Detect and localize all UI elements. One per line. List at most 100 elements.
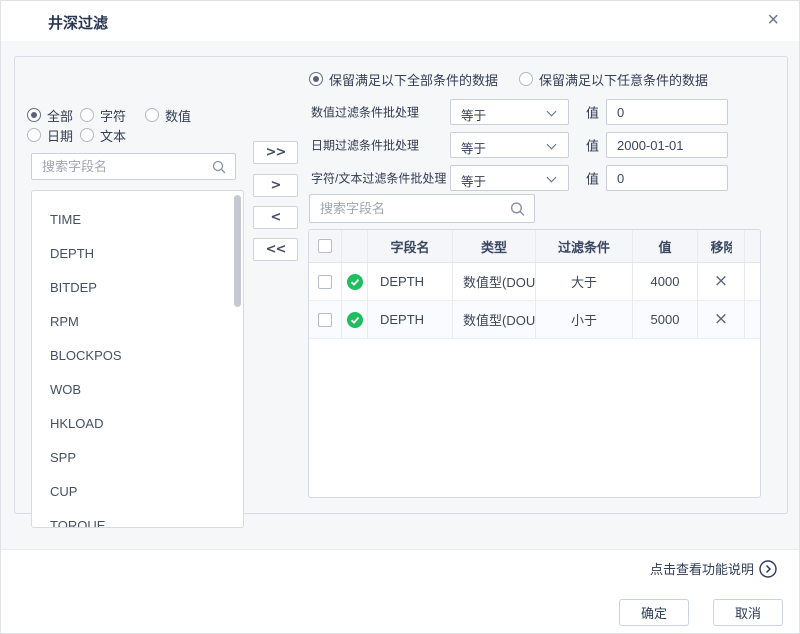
select-all-checkbox[interactable] <box>318 239 332 253</box>
cell-type: 数值型(DOUBLE) <box>453 263 536 300</box>
chevron-down-icon <box>548 174 556 182</box>
cell-condition: 小于 <box>536 301 633 338</box>
header-type: 类型 <box>453 230 536 262</box>
cancel-button[interactable]: 取消 <box>713 599 783 626</box>
list-item[interactable]: SPP <box>32 441 243 475</box>
radio-type-all[interactable]: 全部 <box>27 107 73 123</box>
green-check-icon <box>347 312 363 328</box>
list-item[interactable]: WOB <box>32 373 243 407</box>
cell-type: 数值型(DOUBLE) <box>453 301 536 338</box>
green-check-icon <box>347 274 363 290</box>
numeric-operator-select[interactable]: 等于 <box>450 99 569 125</box>
text-operator-select[interactable]: 等于 <box>450 165 569 191</box>
radio-icon <box>80 128 94 142</box>
row-checkbox[interactable] <box>318 275 332 289</box>
list-item[interactable]: DEPTH <box>32 237 243 271</box>
dialog-footer: 点击查看功能说明 确定 取消 <box>1 549 800 634</box>
value-label: 值 <box>586 136 599 155</box>
radio-selected-icon <box>27 108 41 122</box>
radio-label: 日期 <box>47 126 73 145</box>
list-item[interactable]: BLOCKPOS <box>32 339 243 373</box>
radio-label: 保留满足以下任意条件的数据 <box>539 70 708 89</box>
remove-row-icon[interactable]: × <box>714 273 728 290</box>
radio-label: 保留满足以下全部条件的数据 <box>329 70 498 89</box>
radio-keep-all-conditions[interactable]: 保留满足以下全部条件的数据 <box>309 71 498 87</box>
date-batch-row: 日期过滤条件批处理 等于 值 <box>309 132 739 158</box>
value-label: 值 <box>586 103 599 122</box>
select-value: 等于 <box>461 138 486 157</box>
chevron-down-icon <box>548 108 556 116</box>
select-value: 等于 <box>461 171 486 190</box>
field-search-input[interactable] <box>42 154 207 179</box>
search-icon <box>212 160 226 174</box>
conditions-table: 字段名 类型 过滤条件 值 移除 DEPTH 数值型(DOUBLE <box>308 229 761 498</box>
move-right-button[interactable]: > <box>253 174 298 197</box>
radio-icon <box>27 128 41 142</box>
move-all-right-button[interactable]: >> <box>253 141 298 164</box>
date-value-box <box>606 132 728 158</box>
radio-keep-any-condition[interactable]: 保留满足以下任意条件的数据 <box>519 71 708 87</box>
radio-type-text[interactable]: 文本 <box>80 127 126 143</box>
search-icon <box>510 201 525 216</box>
title-bar: 井深过滤 × <box>1 1 799 41</box>
list-item[interactable]: TIME <box>32 203 243 237</box>
value-label: 值 <box>586 169 599 188</box>
date-operator-select[interactable]: 等于 <box>450 132 569 158</box>
chevron-down-icon <box>548 141 556 149</box>
list-scrollbar-thumb[interactable] <box>234 195 241 307</box>
status-header-cell <box>342 230 368 262</box>
list-item[interactable]: RPM <box>32 305 243 339</box>
table-row: DEPTH 数值型(DOUBLE) 大于 4000 × <box>309 263 760 301</box>
help-link-label: 点击查看功能说明 <box>650 559 754 578</box>
text-value-box <box>606 165 728 191</box>
radio-label: 全部 <box>47 106 73 125</box>
remove-row-icon[interactable]: × <box>714 311 728 328</box>
cell-field: DEPTH <box>368 301 453 338</box>
header-value: 值 <box>633 230 698 262</box>
field-list: TIME DEPTH BITDEP RPM BLOCKPOS WOB HKLOA… <box>31 190 244 528</box>
text-value-input[interactable] <box>617 166 723 190</box>
dialog-title: 井深过滤 <box>48 12 108 33</box>
list-item[interactable]: CUP <box>32 475 243 509</box>
header-condition: 过滤条件 <box>536 230 633 262</box>
numeric-value-input[interactable] <box>617 100 723 124</box>
radio-icon <box>80 108 94 122</box>
radio-label: 数值 <box>165 106 191 125</box>
text-batch-row: 字符/文本过滤条件批处理 等于 值 <box>309 165 739 191</box>
list-item[interactable]: TORQUE <box>32 509 243 528</box>
radio-type-numeric[interactable]: 数值 <box>145 107 191 123</box>
radio-selected-icon <box>309 72 323 86</box>
batch-row-label: 日期过滤条件批处理 <box>311 137 419 154</box>
circle-arrow-icon <box>759 560 777 578</box>
date-value-input[interactable] <box>617 133 723 157</box>
table-search-input[interactable] <box>320 195 506 222</box>
move-all-left-button[interactable]: << <box>253 238 298 261</box>
cell-value: 5000 <box>633 301 698 338</box>
field-search-box <box>31 153 236 180</box>
move-left-button[interactable]: < <box>253 206 298 229</box>
ok-button[interactable]: 确定 <box>619 599 689 626</box>
row-checkbox[interactable] <box>318 313 332 327</box>
numeric-batch-row: 数值过滤条件批处理 等于 值 <box>309 99 739 125</box>
radio-icon <box>145 108 159 122</box>
cell-field: DEPTH <box>368 263 453 300</box>
header-field: 字段名 <box>368 230 453 262</box>
help-link[interactable]: 点击查看功能说明 <box>650 559 777 578</box>
list-item[interactable]: BITDEP <box>32 271 243 305</box>
close-icon[interactable]: × <box>767 9 779 31</box>
cell-condition: 大于 <box>536 263 633 300</box>
radio-type-date[interactable]: 日期 <box>27 127 73 143</box>
cell-value: 4000 <box>633 263 698 300</box>
numeric-value-box <box>606 99 728 125</box>
batch-row-label: 数值过滤条件批处理 <box>311 104 419 121</box>
table-header-row: 字段名 类型 过滤条件 值 移除 <box>309 230 760 263</box>
list-item[interactable]: HKLOAD <box>32 407 243 441</box>
radio-label: 文本 <box>100 126 126 145</box>
radio-icon <box>519 72 533 86</box>
radio-label: 字符 <box>100 106 126 125</box>
radio-type-char[interactable]: 字符 <box>80 107 126 123</box>
table-row: DEPTH 数值型(DOUBLE) 小于 5000 × <box>309 301 760 339</box>
well-depth-filter-dialog: 井深过滤 × 全部 字符 数值 日期 文本 <box>0 0 800 634</box>
header-remove: 移除 <box>698 230 745 262</box>
select-value: 等于 <box>461 105 486 124</box>
